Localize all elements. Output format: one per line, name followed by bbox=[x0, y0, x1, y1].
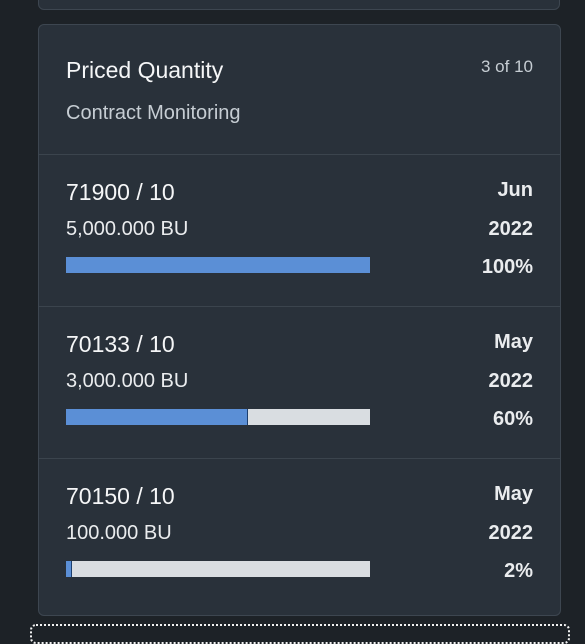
progress-bar-fill bbox=[66, 257, 370, 273]
progress-bar bbox=[66, 257, 370, 273]
card-title: Priced Quantity bbox=[66, 57, 224, 83]
previous-card[interactable] bbox=[38, 0, 560, 10]
priced-quantity-card[interactable]: Priced Quantity Contract Monitoring 3 of… bbox=[38, 24, 561, 616]
contract-year: 2022 bbox=[488, 218, 534, 240]
list-item[interactable]: 70150 / 10 100.000 BU May 2022 2% bbox=[39, 459, 560, 610]
progress-percent: 100% bbox=[481, 256, 533, 278]
contract-month: May bbox=[494, 331, 533, 353]
focus-outline-next-card[interactable] bbox=[30, 624, 570, 644]
progress-bar bbox=[66, 409, 370, 425]
progress-percent: 60% bbox=[492, 408, 533, 430]
contract-quantity: 3,000.000 BU bbox=[66, 370, 189, 392]
contract-year: 2022 bbox=[488, 522, 534, 544]
contract-number: 71900 / 10 bbox=[66, 179, 175, 205]
contract-number: 70133 / 10 bbox=[66, 331, 175, 357]
progress-percent: 2% bbox=[504, 560, 533, 582]
progress-bar bbox=[66, 561, 370, 577]
contract-quantity: 100.000 BU bbox=[66, 522, 172, 544]
contract-year: 2022 bbox=[488, 370, 534, 392]
progress-bar-fill bbox=[66, 409, 249, 425]
progress-bar-fill bbox=[66, 561, 73, 577]
card-subtitle: Contract Monitoring bbox=[66, 102, 241, 124]
card-header[interactable]: Priced Quantity Contract Monitoring 3 of… bbox=[39, 25, 560, 155]
contract-quantity: 5,000.000 BU bbox=[66, 218, 189, 240]
list-item[interactable]: 70133 / 10 3,000.000 BU May 2022 60% bbox=[39, 307, 560, 459]
contract-month: Jun bbox=[497, 179, 533, 201]
contract-number: 70150 / 10 bbox=[66, 483, 175, 509]
card-counter: 3 of 10 bbox=[481, 57, 533, 76]
list-item[interactable]: 71900 / 10 5,000.000 BU Jun 2022 100% bbox=[39, 155, 560, 307]
contract-month: May bbox=[494, 483, 533, 505]
